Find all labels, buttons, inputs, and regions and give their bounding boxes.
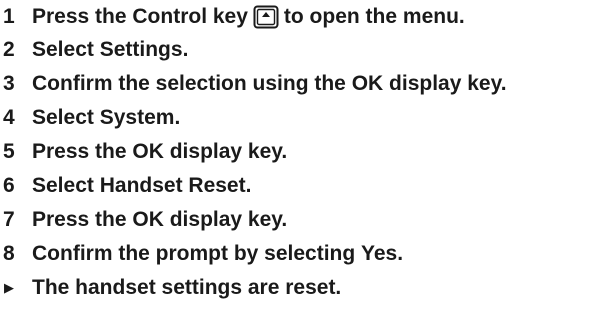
step-3: 3 Confirm the selection using the OK dis… [0,67,608,101]
step-number: 6 [3,174,15,197]
step-text-highlight: Yes [361,242,398,265]
step-number: 4 [3,106,15,129]
step-6: 6 Select Handset Reset. [0,169,608,203]
step-number: 2 [3,38,15,61]
step-text-after: . [174,106,181,129]
step-text-highlight: System [99,106,175,129]
step-text-before: Press the Control key [32,5,248,28]
step-text-after: . [245,174,252,197]
step-text-after: . [182,38,189,61]
step-text: Confirm the prompt by selecting Yes. [32,242,403,266]
result-line: ▶ The handset settings are reset. [0,271,608,305]
step-number: 8 [3,242,15,265]
step-text-after: . [397,242,404,265]
step-text-before: Select [32,106,100,129]
step-text-highlight: OK [132,208,164,231]
step-text-after: display key. [163,140,288,163]
step-4: 4 Select System. [0,101,608,135]
step-text: Press the OK display key. [32,208,287,232]
step-number: 7 [3,208,15,231]
step-number: 1 [3,5,15,28]
step-text: Press the Control key to open the menu. [32,5,465,29]
step-text-before: Select [32,174,100,197]
step-7: 7 Press the OK display key. [0,203,608,237]
step-text-before: Confirm the selection using the [32,72,352,95]
result-text: The handset settings are reset. [32,276,342,299]
step-text: Select Handset Reset. [32,174,251,198]
step-text: Select System. [32,106,180,130]
step-text-before: Select [32,38,100,61]
step-text: Confirm the selection using the OK displ… [32,72,507,96]
step-text-highlight: OK [351,72,384,95]
step-2: 2 Select Settings. [0,33,608,67]
step-text: Press the OK display key. [32,140,287,164]
step-number: 3 [3,72,15,95]
step-text-highlight: Settings [99,38,183,61]
result-arrow-icon: ▶ [4,280,14,295]
step-text: Select Settings. [32,38,188,62]
step-text-before: Confirm the prompt by selecting [32,242,362,265]
step-8: 8 Confirm the prompt by selecting Yes. [0,237,608,271]
step-text-highlight: OK [132,140,164,163]
step-text-highlight: Handset Reset [99,174,246,197]
step-number: 5 [3,140,15,163]
step-1: 1 Press the Control key to open the menu… [0,0,608,34]
step-text-before: Press the [32,140,133,163]
instruction-steps: 1 Press the Control key to open the menu… [0,0,608,311]
step-text-after: display key. [383,72,507,95]
control-key-icon [253,5,279,29]
step-text-after: to open the menu. [283,5,465,28]
step-text-after: display key. [163,208,288,231]
step-text-before: Press the [32,208,133,231]
step-5: 5 Press the OK display key. [0,135,608,169]
